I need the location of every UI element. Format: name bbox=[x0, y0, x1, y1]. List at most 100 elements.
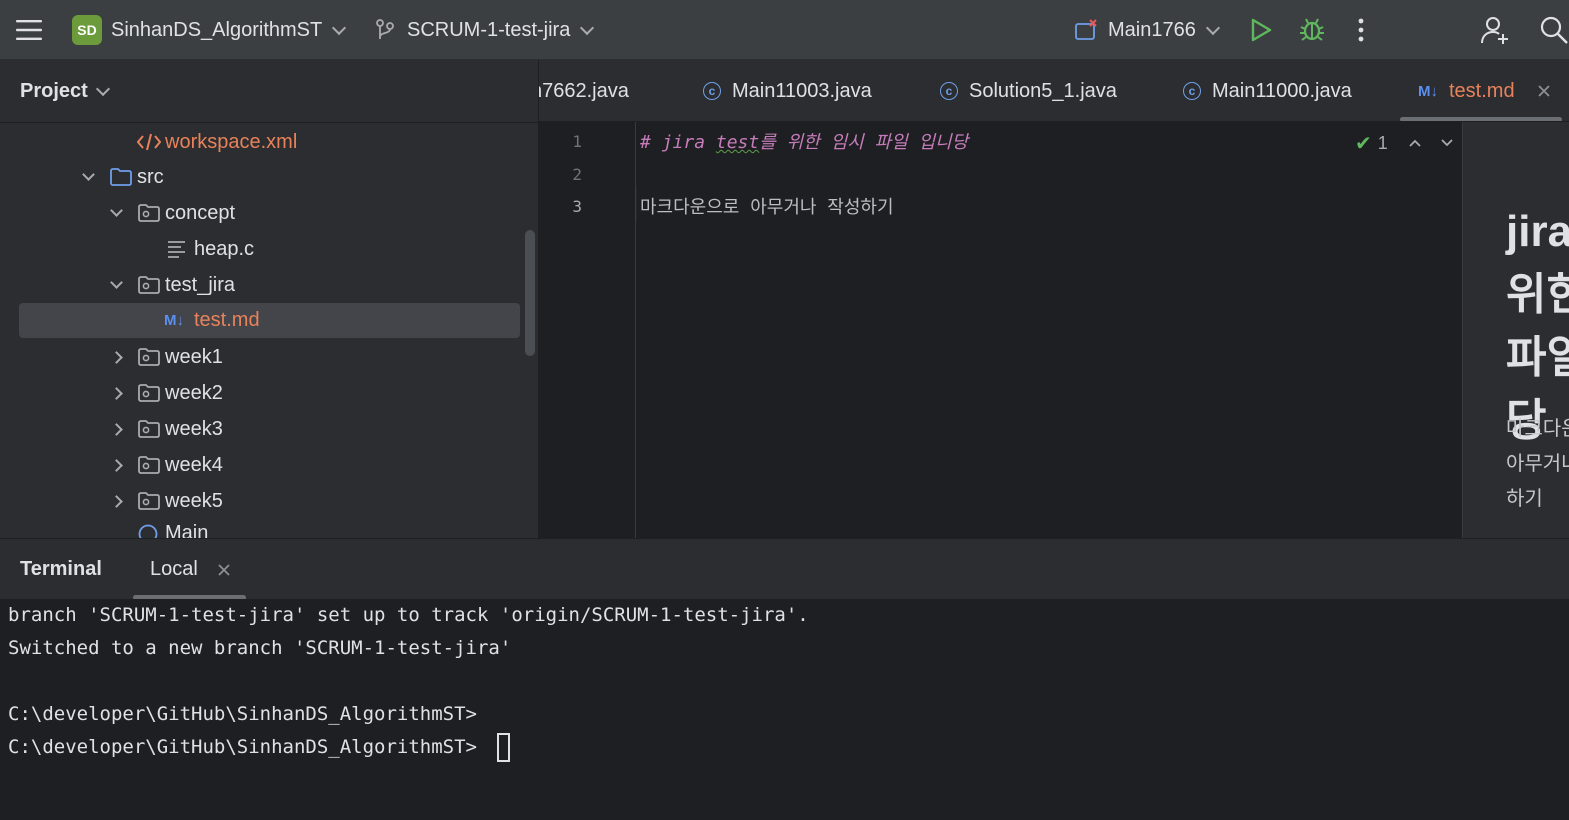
tab-main11000[interactable]: c Main11000.java bbox=[1183, 60, 1352, 121]
package-icon bbox=[138, 420, 160, 438]
code-line-3: 마크다운으로 아무거나 작성하기 bbox=[640, 197, 894, 218]
branch-icon bbox=[376, 19, 394, 39]
tree-item-week5[interactable]: week5 bbox=[0, 484, 538, 518]
project-selector[interactable]: SD SinhanDS_AlgorithmST bbox=[72, 0, 347, 60]
editor-gutter: 1 2 3 bbox=[539, 122, 636, 538]
tree-item-week1[interactable]: week1 bbox=[0, 340, 538, 374]
title-bar: SD SinhanDS_AlgorithmST SCRUM-1-test-jir… bbox=[0, 0, 1569, 60]
hamburger-menu-icon bbox=[16, 20, 42, 40]
tree-item-label: week5 bbox=[165, 489, 223, 512]
tab-test-md[interactable]: M↓ test.md bbox=[1418, 60, 1551, 121]
package-icon bbox=[138, 456, 160, 474]
tree-item-test-md[interactable]: M↓ test.md bbox=[0, 303, 538, 338]
class-icon: c bbox=[1183, 82, 1201, 100]
chevron-down-icon bbox=[95, 81, 110, 96]
inspection-count: 1 bbox=[1377, 132, 1388, 153]
inspection-widget[interactable]: ✔ 1 bbox=[1355, 128, 1454, 158]
project-view-selector[interactable]: Project bbox=[20, 60, 110, 122]
project-scrollbar[interactable] bbox=[525, 230, 535, 356]
chevron-right-icon[interactable] bbox=[109, 494, 123, 508]
line-number: 2 bbox=[572, 165, 582, 184]
project-panel: Project workspace.xml src concept heap.c bbox=[0, 60, 539, 538]
selection-highlight bbox=[19, 303, 520, 338]
run-button[interactable] bbox=[1250, 0, 1272, 60]
project-badge: SD bbox=[72, 15, 102, 45]
tree-item-label: src bbox=[137, 165, 164, 188]
search-button[interactable] bbox=[1539, 0, 1569, 60]
tree-item-label: week1 bbox=[165, 345, 223, 368]
run-config-selector[interactable]: Main1766 bbox=[1075, 0, 1220, 60]
text-file-icon bbox=[167, 240, 187, 258]
close-icon[interactable] bbox=[217, 563, 231, 577]
tree-item-label: week3 bbox=[165, 417, 223, 440]
class-icon: c bbox=[940, 82, 958, 100]
tree-item-heap-c[interactable]: heap.c bbox=[0, 232, 538, 266]
add-user-icon bbox=[1481, 17, 1508, 44]
tab-label: n7662.java bbox=[539, 79, 629, 102]
chevron-up-icon[interactable] bbox=[1408, 138, 1422, 148]
chevron-down-icon[interactable] bbox=[1440, 138, 1454, 148]
heading-rest: 를 위한 임시 파일 입니당 bbox=[759, 132, 969, 153]
preview-paragraph: 마크다운으로 아무거나 작성하기 bbox=[1506, 418, 1569, 510]
markdown-icon: M↓ bbox=[1418, 82, 1438, 100]
chevron-right-icon[interactable] bbox=[109, 386, 123, 400]
terminal-cursor bbox=[497, 733, 510, 762]
terminal-title: Terminal bbox=[20, 557, 102, 580]
tab-main11003[interactable]: c Main11003.java bbox=[703, 60, 872, 121]
tree-item-week3[interactable]: week3 bbox=[0, 412, 538, 446]
terminal-output[interactable]: branch 'SCRUM-1-test-jira' set up to tra… bbox=[0, 599, 1569, 820]
more-icon bbox=[1358, 18, 1364, 42]
chevron-right-icon[interactable] bbox=[109, 458, 123, 472]
close-icon[interactable] bbox=[1537, 84, 1551, 98]
line-number: 1 bbox=[572, 132, 582, 151]
chevron-down-icon[interactable] bbox=[109, 276, 123, 291]
code-editor[interactable]: # jira test를 위한 임시 파일 입니당 마크다운으로 아무거나 작성… bbox=[637, 122, 1462, 538]
tree-item-workspace-xml[interactable]: workspace.xml bbox=[0, 125, 538, 159]
tree-item-label: test.md bbox=[194, 308, 260, 331]
tree-item-test-jira[interactable]: test_jira bbox=[0, 268, 538, 302]
code-with-me-button[interactable] bbox=[1480, 0, 1510, 60]
tab-n7662[interactable]: n7662.java bbox=[539, 60, 629, 121]
tab-label: Main11003.java bbox=[732, 79, 872, 102]
more-actions-button[interactable] bbox=[1356, 0, 1366, 60]
branch-name: SCRUM-1-test-jira bbox=[407, 18, 571, 41]
debug-icon bbox=[1300, 18, 1324, 41]
tab-label: test.md bbox=[1449, 79, 1515, 102]
tree-item-src[interactable]: src bbox=[0, 160, 538, 194]
tree-item-label: week4 bbox=[165, 453, 223, 476]
tree-item-label: Main bbox=[165, 522, 209, 538]
tree-item-concept[interactable]: concept bbox=[0, 196, 538, 230]
main-menu-button[interactable] bbox=[16, 0, 42, 60]
tab-solution5-1[interactable]: c Solution5_1.java bbox=[940, 60, 1117, 121]
class-icon: c bbox=[703, 82, 721, 100]
run-config-name: Main1766 bbox=[1108, 18, 1196, 41]
tree-item-week4[interactable]: week4 bbox=[0, 448, 538, 482]
tab-label: Solution5_1.java bbox=[969, 79, 1117, 102]
package-icon bbox=[138, 276, 160, 294]
chevron-down-icon[interactable] bbox=[81, 168, 95, 183]
chevron-down-icon bbox=[580, 20, 595, 35]
terminal-line: branch 'SCRUM-1-test-jira' set up to tra… bbox=[8, 604, 809, 626]
terminal-line: Switched to a new branch 'SCRUM-1-test-j… bbox=[8, 637, 512, 659]
check-icon: ✔ bbox=[1355, 132, 1372, 155]
tree-item-week2[interactable]: week2 bbox=[0, 376, 538, 410]
heading-marker: # bbox=[640, 132, 662, 153]
terminal-tab-local[interactable]: Local bbox=[150, 539, 198, 599]
run-icon bbox=[1251, 18, 1272, 42]
project-name: SinhanDS_AlgorithmST bbox=[111, 18, 323, 41]
class-icon bbox=[138, 524, 158, 538]
package-icon bbox=[138, 204, 160, 222]
terminal-header: Terminal Local bbox=[0, 538, 1569, 600]
tree-item-main[interactable]: Main bbox=[0, 520, 538, 538]
tree-item-label: concept bbox=[165, 201, 236, 224]
terminal-prompt-line: C:\developer\GitHub\SinhanDS_AlgorithmST… bbox=[8, 736, 477, 758]
chevron-down-icon[interactable] bbox=[109, 204, 123, 219]
divider bbox=[0, 122, 538, 123]
folder-icon bbox=[110, 168, 132, 186]
debug-button[interactable] bbox=[1298, 0, 1326, 60]
chevron-down-icon bbox=[332, 20, 347, 35]
chevron-right-icon[interactable] bbox=[109, 422, 123, 436]
chevron-right-icon[interactable] bbox=[109, 350, 123, 364]
markdown-icon: M↓ bbox=[164, 311, 184, 329]
branch-selector[interactable]: SCRUM-1-test-jira bbox=[375, 0, 595, 60]
